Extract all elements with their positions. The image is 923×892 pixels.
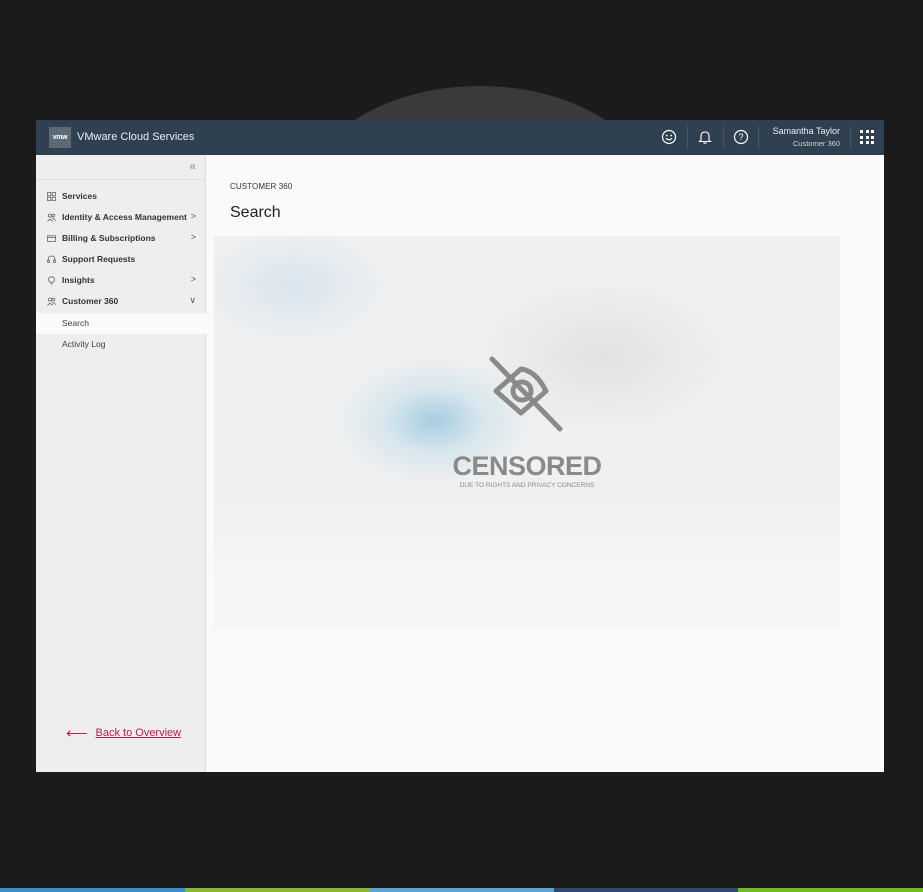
users-icon — [47, 297, 56, 306]
back-link-label: Back to Overview — [95, 727, 182, 739]
sidebar-item-label: Customer 360 — [62, 296, 119, 306]
grid-icon — [47, 192, 56, 201]
app-grid-icon[interactable] — [860, 130, 874, 144]
headset-icon — [47, 255, 56, 263]
svg-text:?: ? — [738, 132, 743, 142]
sidebar-item-label: Identity & Access Management — [62, 212, 187, 222]
chevron-right-icon: > — [190, 211, 196, 221]
bulb-icon — [48, 276, 55, 285]
user-name[interactable]: Samantha Taylor — [773, 126, 840, 136]
chevron-down-icon: ∨ — [189, 295, 196, 305]
sidebar-item-billing[interactable]: Billing & Subscriptions > — [36, 228, 205, 249]
sidebar-subitem-activity-log[interactable]: Activity Log — [36, 334, 205, 355]
sidebar-item-label: Insights — [62, 275, 95, 285]
eye-off-icon — [489, 356, 563, 432]
sidebar-item-services[interactable]: Services — [36, 186, 205, 207]
bottom-color-strip — [0, 888, 923, 892]
censored-subtitle: DUE TO RIGHTS AND PRIVACY CONCERNS — [459, 482, 595, 489]
header-separator — [723, 126, 724, 149]
users-icon — [47, 213, 56, 222]
header-separator — [758, 126, 759, 149]
sidebar-item-label: Billing & Subscriptions — [62, 233, 156, 243]
collapse-sidebar-icon[interactable]: « — [189, 159, 196, 173]
chevron-right-icon: > — [190, 274, 196, 284]
blur-region — [214, 496, 840, 630]
page-title: Search — [230, 204, 281, 221]
chevron-right-icon: > — [190, 232, 196, 242]
feedback-smiley-icon[interactable] — [659, 127, 679, 147]
app-window: vmw VMware Cloud Services ? Samantha Tay… — [36, 120, 884, 772]
top-nav: vmw VMware Cloud Services ? Samantha Tay… — [36, 120, 884, 155]
sidebar-subitem-label: Activity Log — [62, 339, 106, 349]
bell-icon[interactable] — [695, 127, 715, 147]
sidebar-item-identity-access[interactable]: Identity & Access Management > — [36, 207, 205, 228]
back-to-overview-link[interactable]: ⟵ Back to Overview — [66, 724, 181, 742]
sidebar-item-customer-360[interactable]: Customer 360 ∨ — [36, 291, 205, 312]
breadcrumb: CUSTOMER 360 — [230, 182, 293, 191]
sidebar-item-label: Services — [62, 191, 97, 201]
sidebar-subitem-label: Search — [62, 318, 89, 328]
user-org[interactable]: Customer 360 — [793, 139, 840, 148]
sidebar-subitem-search[interactable]: Search — [36, 313, 206, 334]
app-title[interactable]: VMware Cloud Services — [77, 131, 194, 143]
censored-content-area: CENSORED DUE TO RIGHTS AND PRIVACY CONCE… — [214, 236, 840, 630]
arrow-left-icon: ⟵ — [66, 725, 88, 742]
header-separator — [687, 126, 688, 149]
censored-title: CENSORED — [452, 451, 602, 481]
sidebar-item-label: Support Requests — [62, 254, 136, 264]
vmware-logo[interactable]: vmw — [49, 127, 71, 148]
blur-region — [214, 236, 394, 346]
header-separator — [850, 126, 851, 149]
sidebar-item-insights[interactable]: Insights > — [36, 270, 205, 291]
sidebar: « Services Identity & Access Management … — [36, 155, 206, 772]
sidebar-divider — [36, 179, 205, 180]
card-icon — [47, 235, 56, 242]
help-icon[interactable]: ? — [731, 127, 751, 147]
sidebar-item-support[interactable]: Support Requests — [36, 249, 205, 270]
